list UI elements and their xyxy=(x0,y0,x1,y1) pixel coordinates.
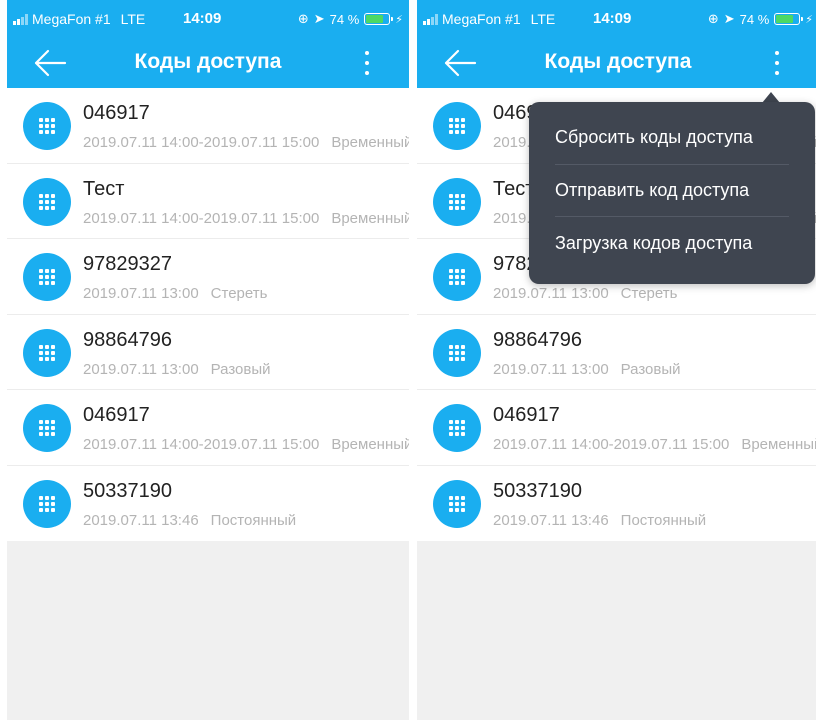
code-type: Временный xyxy=(331,134,409,151)
carrier-name: MegaFon #1 xyxy=(32,11,111,27)
list-item[interactable]: 97829327 2019.07.11 13:00 Стереть xyxy=(7,239,409,315)
code-name: 046917 xyxy=(83,404,150,426)
keypad-icon xyxy=(433,177,481,226)
vertical-dots-icon xyxy=(365,51,369,55)
charging-icon: ⚡ xyxy=(805,13,813,26)
battery-icon xyxy=(364,13,394,25)
list-item[interactable]: 046917 2019.07.11 14:00-2019.07.11 15:00… xyxy=(417,390,816,466)
location-icon: ➤ xyxy=(313,11,325,26)
network-type: LTE xyxy=(120,11,146,27)
code-name: 50337190 xyxy=(83,479,172,502)
code-date: 2019.07.11 13:00 xyxy=(493,285,609,302)
code-type: Стереть xyxy=(210,285,268,302)
menu-item-send-code[interactable]: Отправить код доступа xyxy=(555,165,789,217)
keypad-icon xyxy=(23,328,71,377)
battery-icon xyxy=(774,13,804,25)
code-date: 2019.07.11 13:46 xyxy=(83,511,199,529)
status-bar: MegaFon #1 LTE 14:09 ⊕ ➤ 74 % ⚡ xyxy=(7,0,409,38)
keypad-icon xyxy=(23,253,71,301)
access-code-list: 046917 2019.07.11 14:00-2019.07.11 15:00… xyxy=(7,88,409,541)
screen-left: MegaFon #1 LTE 14:09 ⊕ ➤ 74 % ⚡ Коды дос… xyxy=(7,0,409,720)
keypad-icon xyxy=(433,404,481,452)
list-item[interactable]: Тест 2019.07.11 14:00-2019.07.11 15:00 Вр… xyxy=(7,164,409,239)
keypad-icon xyxy=(23,102,71,150)
code-date: 2019.07.11 13:00 xyxy=(493,360,609,378)
code-name: 50337190 xyxy=(493,479,582,502)
more-options-button[interactable] xyxy=(361,49,373,77)
code-name: Тест xyxy=(83,177,125,200)
code-type: Постоянный xyxy=(620,511,707,529)
rotation-lock-icon: ⊕ xyxy=(707,11,719,26)
location-icon: ➤ xyxy=(723,11,735,26)
page-title: Коды доступа xyxy=(544,50,692,73)
keypad-icon xyxy=(433,253,481,301)
code-date: 2019.07.11 14:00-2019.07.11 15:00 xyxy=(83,436,320,453)
list-item[interactable]: 98864796 2019.07.11 13:00 Разовый xyxy=(7,315,409,390)
nav-bar: Коды доступа xyxy=(7,38,409,88)
page-title: Коды доступа xyxy=(134,50,282,73)
status-bar: MegaFon #1 LTE 14:09 ⊕ ➤ 74 % ⚡ xyxy=(417,0,816,38)
code-type: Временный xyxy=(741,436,816,453)
keypad-icon xyxy=(23,404,71,452)
code-name: 046917 xyxy=(493,404,560,426)
vertical-dots-icon xyxy=(775,51,779,55)
more-options-button[interactable] xyxy=(771,49,783,77)
keypad-icon xyxy=(23,479,71,528)
code-type: Постоянный xyxy=(210,511,297,529)
menu-item-load-codes[interactable]: Загрузка кодов доступа xyxy=(555,217,789,270)
carrier-name: MegaFon #1 xyxy=(442,11,521,27)
code-date: 2019.07.11 13:00 xyxy=(83,285,199,302)
list-item[interactable]: 046917 2019.07.11 14:00-2019.07.11 15:00… xyxy=(7,390,409,466)
code-date: 2019.07.11 14:00-2019.07.11 15:00 xyxy=(493,436,730,453)
rotation-lock-icon: ⊕ xyxy=(297,11,309,26)
status-time: 14:09 xyxy=(183,10,222,27)
list-item[interactable]: 046917 2019.07.11 14:00-2019.07.11 15:00… xyxy=(7,88,409,164)
code-name: 98864796 xyxy=(493,328,582,351)
battery-percent: 74 % xyxy=(329,11,360,27)
list-item[interactable]: 50337190 2019.07.11 13:46 Постоянный xyxy=(7,466,409,542)
menu-item-reset-codes[interactable]: Сбросить коды доступа xyxy=(555,112,789,165)
code-name: 046917 xyxy=(83,102,150,124)
code-date: 2019.07.11 14:00-2019.07.11 15:00 xyxy=(83,209,320,227)
battery-percent: 74 % xyxy=(739,11,770,27)
signal-icon xyxy=(13,13,28,25)
code-type: Разовый xyxy=(620,360,681,378)
code-name: 97829327 xyxy=(83,253,172,275)
top-bar: MegaFon #1 LTE 14:09 ⊕ ➤ 74 % ⚡ Коды дос… xyxy=(7,0,409,88)
code-type: Разовый xyxy=(210,360,271,378)
keypad-icon xyxy=(23,177,71,226)
code-type: Стереть xyxy=(620,285,678,302)
network-type: LTE xyxy=(530,11,556,27)
list-item[interactable]: 50337190 2019.07.11 13:46 Постоянный xyxy=(417,466,816,542)
list-item[interactable]: 98864796 2019.07.11 13:00 Разовый xyxy=(417,315,816,390)
code-name: 98864796 xyxy=(83,328,172,351)
code-type: Временный xyxy=(331,209,409,227)
status-time: 14:09 xyxy=(593,10,632,27)
nav-bar: Коды доступа xyxy=(417,38,816,88)
code-date: 2019.07.11 14:00-2019.07.11 15:00 xyxy=(83,134,320,151)
code-type: Временный xyxy=(331,436,409,453)
signal-icon xyxy=(423,13,438,25)
keypad-icon xyxy=(433,479,481,528)
code-date: 2019.07.11 13:46 xyxy=(493,511,609,529)
top-bar: MegaFon #1 LTE 14:09 ⊕ ➤ 74 % ⚡ Коды дос… xyxy=(417,0,816,88)
code-date: 2019.07.11 13:00 xyxy=(83,360,199,378)
keypad-icon xyxy=(433,102,481,150)
keypad-icon xyxy=(433,328,481,377)
charging-icon: ⚡ xyxy=(395,13,403,26)
popup-menu: Сбросить коды доступа Отправить код дост… xyxy=(529,102,815,284)
